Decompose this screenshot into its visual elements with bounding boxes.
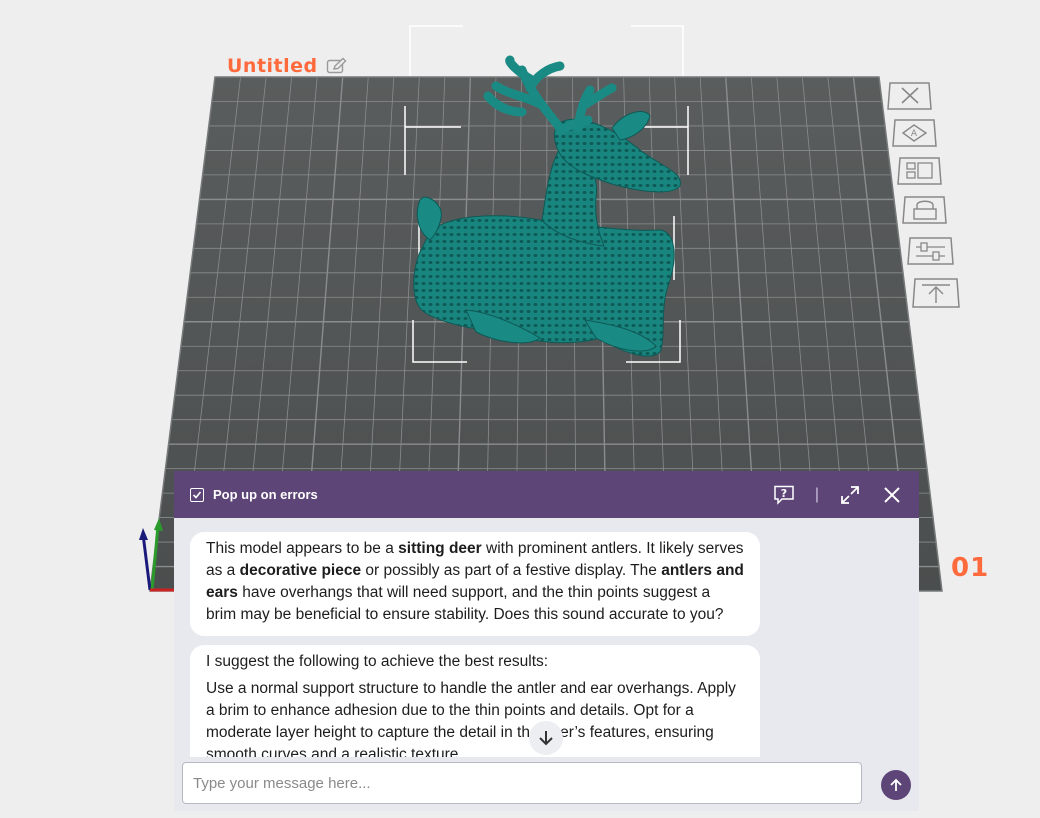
project-title[interactable]: Untitled <box>227 55 318 77</box>
delete-icon[interactable] <box>887 81 932 111</box>
message-text: have overhangs that will need support, a… <box>206 584 724 623</box>
plate-number: 01 <box>951 553 990 583</box>
send-button[interactable] <box>881 770 911 800</box>
message-emphasis: decorative piece <box>239 562 362 579</box>
popup-on-errors-label: Pop up on errors <box>213 487 318 502</box>
message-input[interactable] <box>182 762 862 804</box>
chat-input-bar <box>174 757 919 811</box>
svg-text:?: ? <box>781 487 787 500</box>
popup-on-errors-checkbox[interactable] <box>190 487 204 502</box>
scroll-to-bottom-button[interactable] <box>529 721 563 755</box>
ai-assistant-panel: Pop up on errors ? | This model appears … <box>174 471 919 811</box>
message-text: or possibly as part of a festive display… <box>361 562 662 579</box>
message-intro: I suggest the following to achieve the b… <box>206 653 549 670</box>
move-to-top-icon[interactable] <box>912 277 960 308</box>
plate-settings-icon[interactable] <box>907 236 954 266</box>
assistant-message: This model appears to be a sitting deer … <box>190 532 760 636</box>
auto-orient-icon[interactable]: A <box>892 118 937 148</box>
message-text: This model appears to be a <box>206 540 399 557</box>
message-body: Use a normal support structure to handle… <box>206 680 736 763</box>
chat-header: Pop up on errors ? | <box>174 471 919 518</box>
expand-icon[interactable] <box>839 484 861 506</box>
svg-text:A: A <box>911 129 918 139</box>
help-icon[interactable]: ? <box>773 484 795 506</box>
lock-icon[interactable] <box>902 195 947 225</box>
close-icon[interactable] <box>881 484 903 506</box>
arrow-down-icon <box>539 731 553 746</box>
project-title-area: Untitled <box>227 55 348 77</box>
arrow-up-icon <box>890 778 902 791</box>
message-emphasis: sitting deer <box>398 540 482 557</box>
arrange-icon[interactable] <box>897 156 942 186</box>
header-separator: | <box>814 485 819 503</box>
edit-icon[interactable] <box>326 57 348 75</box>
